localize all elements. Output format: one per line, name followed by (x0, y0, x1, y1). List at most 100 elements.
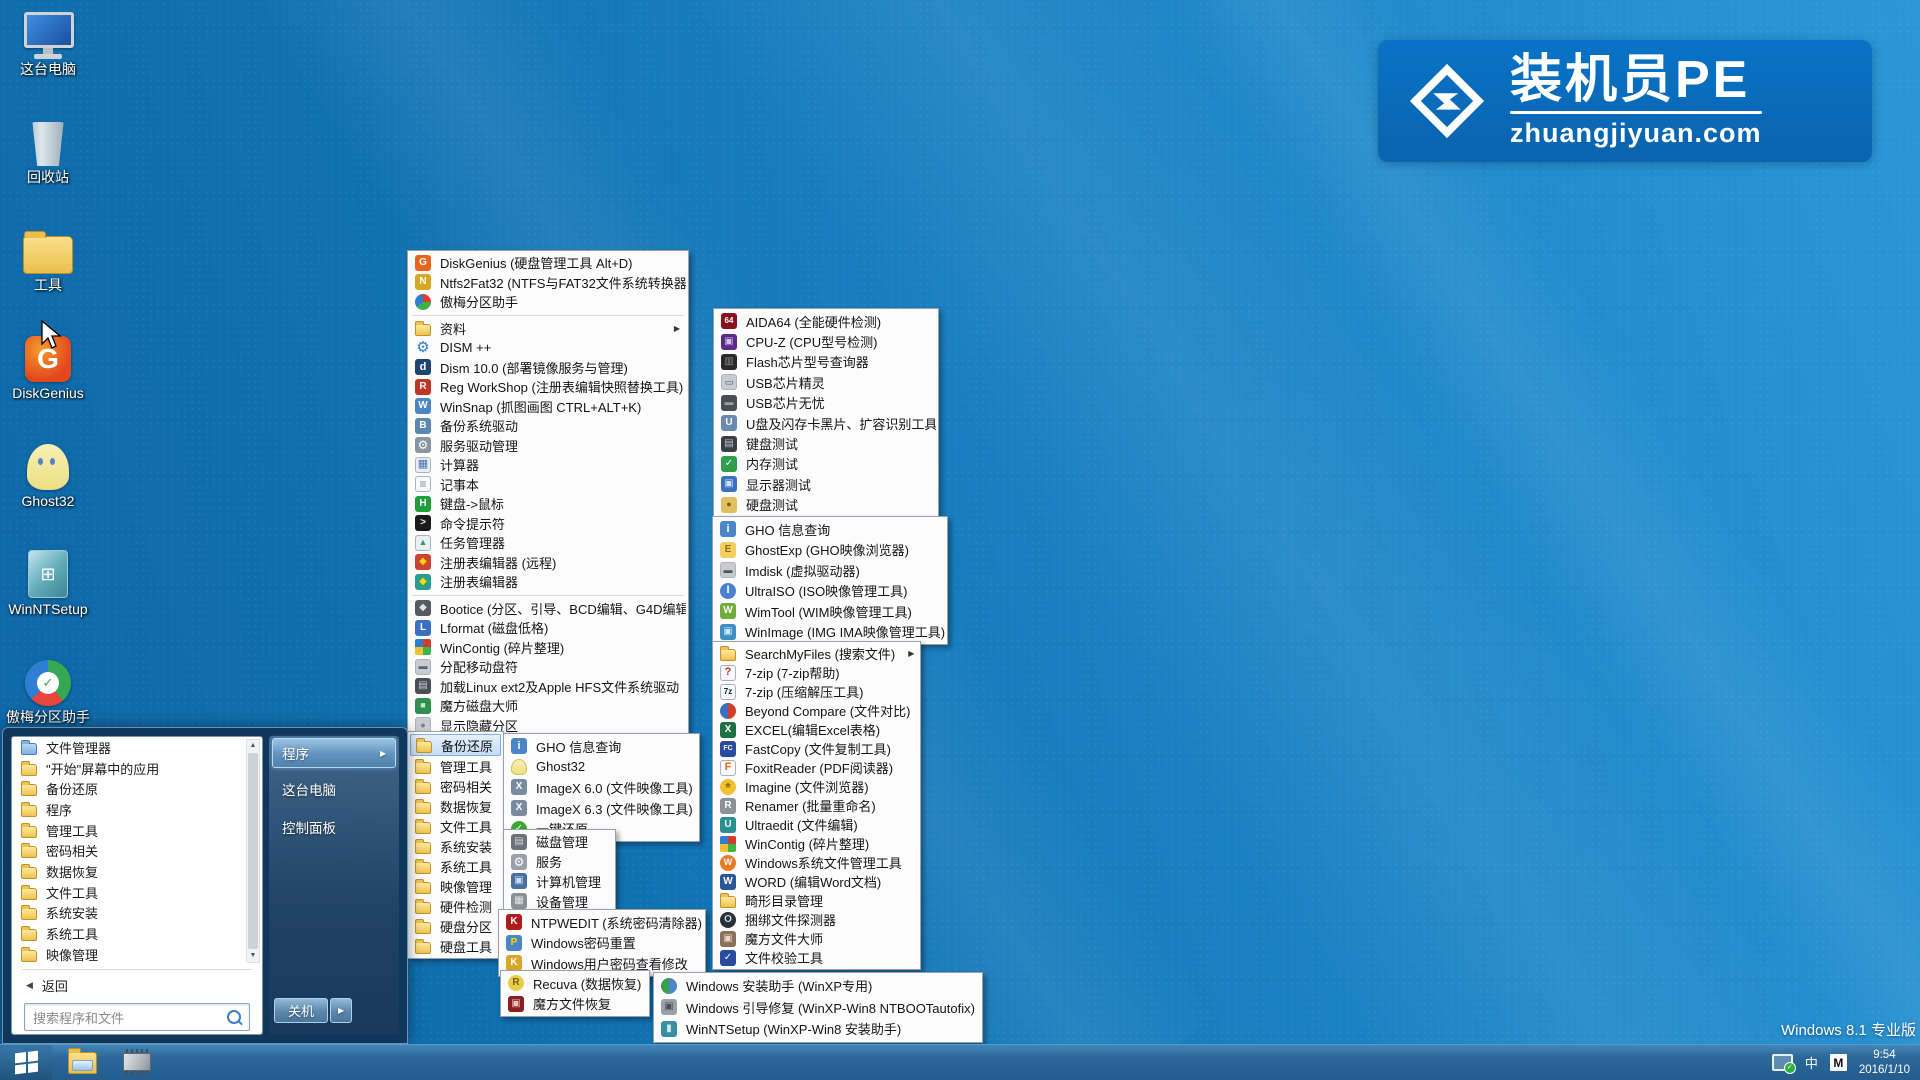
menu-item[interactable]: 硬盘分区▶ (410, 916, 501, 936)
menu-item[interactable]: ▬分配移动盘符 (410, 657, 686, 677)
start-menu-item[interactable]: 系统安装 (12, 903, 262, 924)
menu-item[interactable]: Beyond Compare (文件对比) (715, 701, 918, 720)
menu-item[interactable]: UU盘及闪存卡黑片、扩容识别工具 (716, 413, 936, 433)
start-menu-item[interactable]: 密码相关 (12, 840, 262, 861)
desktop-icon-recycle-bin[interactable]: 回收站 (2, 114, 94, 185)
menu-item[interactable]: ◆Bootice (分区、引导、BCD编辑、G4D编辑) (410, 599, 686, 619)
start-menu-item[interactable]: 管理工具 (12, 820, 262, 841)
menu-item[interactable]: NNtfs2Fat32 (NTFS与FAT32文件系统转换器) (410, 273, 686, 293)
menu-item[interactable]: UUltraedit (文件编辑) (715, 815, 918, 834)
menu-item[interactable]: ▤加载Linux ext2及Apple HFS文件系统驱动 (410, 677, 686, 697)
menu-item[interactable]: LLformat (磁盘低格) (410, 618, 686, 638)
menu-item[interactable]: Windows 安装助手 (WinXP专用) (656, 975, 980, 997)
menu-item[interactable]: ▮WinNTSetup (WinXP-Win8 安装助手) (656, 1018, 980, 1040)
menu-item[interactable]: O捆绑文件探测器 (715, 910, 918, 929)
menu-item[interactable]: 文件工具▶ (410, 816, 501, 836)
menu-item[interactable]: 管理工具▶ (410, 756, 501, 776)
menu-item[interactable]: ⚙服务驱动管理 (410, 436, 686, 456)
menu-item[interactable]: 资料▶ (410, 319, 686, 339)
menu-item[interactable]: *Imagine (文件浏览器) (715, 777, 918, 796)
scroll-down-icon[interactable]: ▼ (250, 950, 257, 962)
menu-item[interactable]: Ghost32 (506, 757, 697, 778)
menu-item[interactable]: IUltraISO (ISO映像管理工具) (715, 581, 945, 602)
menu-item[interactable]: WWORD (编辑Word文档) (715, 872, 918, 891)
start-menu-item[interactable]: 数据恢复 (12, 861, 262, 882)
menu-item[interactable]: 备份还原▶ (410, 734, 501, 756)
clock[interactable]: 9:54 2016/1/10 (1859, 1048, 1914, 1077)
start-menu-item[interactable]: 系统工具 (12, 923, 262, 944)
start-menu-item[interactable]: 映像管理 (12, 944, 262, 965)
menu-item[interactable]: ▣魔方文件恢复 (503, 994, 647, 1015)
menu-item[interactable]: 畸形目录管理 (715, 891, 918, 910)
programs-button[interactable]: 程序 ▶ (272, 738, 396, 768)
menu-item[interactable]: iGHO 信息查询 (715, 519, 945, 540)
control-panel-link[interactable]: 控制面板 (269, 808, 399, 846)
menu-item[interactable]: ▣WinImage (IMG IMA映像管理工具) (715, 622, 945, 643)
desktop-icon-tools-folder[interactable]: 工具 (2, 222, 94, 293)
shutdown-button[interactable]: 关机 (274, 998, 328, 1023)
menu-item[interactable]: ■魔方磁盘大师 (410, 696, 686, 716)
network-status-icon[interactable] (1772, 1054, 1793, 1071)
menu-item[interactable]: ▦计算器 (410, 455, 686, 475)
menu-item[interactable]: 7z7-zip (压缩解压工具) (715, 682, 918, 701)
menu-item[interactable]: ✓内存测试 (716, 454, 936, 474)
scroll-thumb[interactable] (248, 753, 258, 949)
menu-item[interactable]: ▭USB芯片精灵 (716, 372, 936, 392)
menu-item[interactable]: ◆注册表编辑器 (410, 572, 686, 592)
desktop-icon-this-pc[interactable]: 这台电脑 (2, 6, 94, 77)
menu-item[interactable]: ◆注册表编辑器 (远程) (410, 553, 686, 573)
language-indicator[interactable]: M (1830, 1054, 1847, 1071)
menu-item[interactable]: RRecuva (数据恢复) (503, 973, 647, 994)
menu-item[interactable]: ●硬盘测试 (716, 495, 936, 515)
menu-item[interactable]: WWimTool (WIM映像管理工具) (715, 601, 945, 622)
menu-item[interactable]: ✓文件校验工具 (715, 948, 918, 967)
menu-item[interactable]: 硬盘工具▶ (410, 936, 501, 956)
menu-item[interactable]: WinContig (碎片整理) (715, 834, 918, 853)
menu-item[interactable]: XEXCEL(编辑Excel表格) (715, 720, 918, 739)
menu-item[interactable]: dDism 10.0 (部署镜像服务与管理) (410, 358, 686, 378)
file-explorer-taskbar-button[interactable] (68, 1052, 97, 1074)
shutdown-options-button[interactable]: ▶ (330, 998, 352, 1023)
menu-item[interactable]: 系统安装▶ (410, 836, 501, 856)
ime-indicator[interactable]: 中 (1805, 1053, 1818, 1072)
start-menu-item[interactable]: 文件管理器 (12, 737, 262, 758)
menu-item[interactable]: ▤键盘测试 (716, 433, 936, 453)
menu-item[interactable]: ▣计算机管理 (506, 872, 613, 892)
menu-item[interactable]: RReg WorkShop (注册表编辑快照替换工具) (410, 377, 686, 397)
start-menu-item[interactable]: 备份还原 (12, 778, 262, 799)
desktop-icon-winntsetup[interactable]: ⊞WinNTSetup (2, 546, 94, 617)
menu-item[interactable]: FFoxitReader (PDF阅读器) (715, 758, 918, 777)
start-button[interactable] (0, 1045, 52, 1080)
search-input[interactable]: 搜索程序和文件 (24, 1003, 250, 1031)
menu-item[interactable]: 系统工具▶ (410, 856, 501, 876)
menu-item[interactable]: ▣Windows 引导修复 (WinXP-Win8 NTBOOTautofix) (656, 997, 980, 1019)
menu-item[interactable]: ?7-zip (7-zip帮助) (715, 663, 918, 682)
menu-item[interactable]: ⚙服务 (506, 852, 613, 872)
menu-item[interactable]: iGHO 信息查询 (506, 736, 697, 757)
menu-item[interactable]: ▣CPU-Z (CPU型号检测) (716, 331, 936, 351)
menu-item[interactable]: WWindows系统文件管理工具 (715, 853, 918, 872)
menu-item[interactable]: KNTPWEDIT (系统密码清除器) (501, 912, 703, 933)
desktop-icon-ghost32[interactable]: Ghost32 (2, 438, 94, 509)
menu-item[interactable]: ▣魔方文件大师 (715, 929, 918, 948)
menu-item[interactable]: ▬Imdisk (虚拟驱动器) (715, 560, 945, 581)
menu-item[interactable]: 映像管理▶ (410, 876, 501, 896)
menu-item[interactable]: ≡记事本 (410, 475, 686, 495)
menu-item[interactable]: 硬件检测▶ (410, 896, 501, 916)
menu-item[interactable]: RRenamer (批量重命名) (715, 796, 918, 815)
start-menu-item[interactable]: 程序 (12, 799, 262, 820)
menu-item[interactable]: XImageX 6.3 (文件映像工具) (506, 798, 697, 819)
menu-item[interactable]: ▥Flash芯片型号查询器 (716, 352, 936, 372)
scroll-up-icon[interactable]: ▲ (250, 740, 257, 752)
desktop-icon-partition-assistant[interactable]: ✓傲梅分区助手 (2, 654, 94, 725)
menu-item[interactable]: H键盘->鼠标 (410, 494, 686, 514)
menu-item[interactable]: WinContig (碎片整理) (410, 638, 686, 658)
menu-item[interactable]: ▬USB芯片无忧 (716, 393, 936, 413)
menu-item[interactable]: 密码相关▶ (410, 776, 501, 796)
menu-item[interactable]: ▤磁盘管理 (506, 832, 613, 852)
menu-item[interactable]: GDiskGenius (硬盘管理工具 Alt+D) (410, 253, 686, 273)
menu-item[interactable]: ⚙DISM ++ (410, 338, 686, 358)
start-menu-item[interactable]: 文件工具 (12, 882, 262, 903)
menu-item[interactable]: EGhostExp (GHO映像浏览器) (715, 540, 945, 561)
menu-item[interactable]: XImageX 6.0 (文件映像工具) (506, 777, 697, 798)
